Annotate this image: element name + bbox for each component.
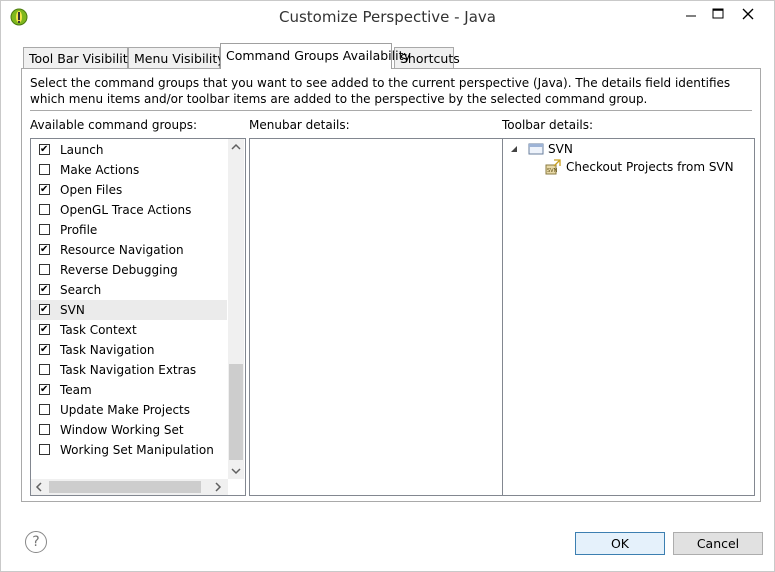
- list-item[interactable]: Resource Navigation: [31, 240, 227, 260]
- list-item-label: Profile: [60, 223, 98, 237]
- checkbox[interactable]: [39, 180, 50, 200]
- toolbar-details-box[interactable]: SVN SVN Checkout Projects from SVN: [502, 138, 755, 496]
- list-item-label: Team: [60, 383, 92, 397]
- cancel-button[interactable]: Cancel: [673, 532, 763, 555]
- command-groups-panel: Select the command groups that you want …: [21, 68, 761, 502]
- list-item[interactable]: Working Set Manipulation: [31, 440, 227, 460]
- menubar-details-box[interactable]: [249, 138, 503, 496]
- toolbar-icon: [528, 143, 544, 155]
- checkbox[interactable]: [39, 364, 50, 375]
- list-item[interactable]: Window Working Set: [31, 420, 227, 440]
- checkbox[interactable]: [39, 164, 50, 175]
- list-item-label: Resource Navigation: [60, 243, 184, 257]
- tab-tool-bar-visibility[interactable]: Tool Bar Visibility: [23, 47, 135, 68]
- minimize-icon[interactable]: [676, 5, 706, 27]
- checkbox[interactable]: [39, 280, 50, 300]
- ok-button[interactable]: OK: [575, 532, 665, 555]
- list-item[interactable]: Team: [31, 380, 227, 400]
- list-item-label: Task Navigation: [60, 343, 155, 357]
- list-item-label: Search: [60, 283, 102, 297]
- checkbox[interactable]: [39, 404, 50, 415]
- vertical-scrollbar[interactable]: [228, 139, 244, 479]
- scroll-down-icon[interactable]: [228, 463, 244, 479]
- checkbox[interactable]: [39, 140, 50, 160]
- toolbar-item-label: Checkout Projects from SVN: [566, 160, 734, 174]
- list-item[interactable]: Task Context: [31, 320, 227, 340]
- svg-text:SVN: SVN: [547, 168, 558, 174]
- checkbox[interactable]: [39, 444, 50, 455]
- list-item[interactable]: Update Make Projects: [31, 400, 227, 420]
- checkbox[interactable]: [39, 320, 50, 340]
- checkbox[interactable]: [39, 300, 50, 320]
- list-item-label: SVN: [60, 303, 85, 317]
- checkbox[interactable]: [39, 224, 50, 235]
- checkbox[interactable]: [39, 204, 50, 215]
- description-text: Select the command groups that you want …: [30, 76, 731, 106]
- list-item-label: Update Make Projects: [60, 403, 191, 417]
- toolbar-group-label: SVN: [548, 142, 573, 156]
- collapse-arrow-icon[interactable]: [509, 144, 519, 154]
- checkbox[interactable]: [39, 240, 50, 260]
- maximize-icon[interactable]: [703, 5, 733, 27]
- scroll-up-icon[interactable]: [228, 139, 244, 155]
- window-title: Customize Perspective - Java: [278, 8, 496, 26]
- list-item-label: Reverse Debugging: [60, 263, 178, 277]
- list-item-label: OpenGL Trace Actions: [60, 203, 192, 217]
- menubar-details-label: Menubar details:: [249, 118, 350, 132]
- toolbar-details-label: Toolbar details:: [502, 118, 594, 132]
- checkbox[interactable]: [39, 380, 50, 400]
- list-item-label: Working Set Manipulation: [60, 443, 214, 457]
- list-item-label: Make Actions: [60, 163, 140, 177]
- list-item[interactable]: Open Files: [31, 180, 227, 200]
- list-item[interactable]: OpenGL Trace Actions: [31, 200, 227, 220]
- customize-perspective-dialog: Customize Perspective - Java Tool Bar Vi…: [0, 0, 775, 572]
- list-item[interactable]: Search: [31, 280, 227, 300]
- vertical-scroll-thumb[interactable]: [229, 364, 243, 460]
- list-item[interactable]: Reverse Debugging: [31, 260, 227, 280]
- horizontal-scrollbar[interactable]: [31, 479, 228, 495]
- command-groups-list[interactable]: Launch Make Actions Open Files OpenGL Trace…: [30, 138, 246, 496]
- checkbox[interactable]: [39, 340, 50, 360]
- checkout-svn-icon: SVN: [545, 159, 561, 175]
- list-item[interactable]: Task Navigation: [31, 340, 227, 360]
- available-groups-label: Available command groups:: [30, 118, 197, 132]
- list-item[interactable]: Launch: [31, 140, 227, 160]
- list-item[interactable]: Task Navigation Extras: [31, 360, 227, 380]
- list-item-label: Task Navigation Extras: [60, 363, 197, 377]
- title-bar: Customize Perspective - Java: [1, 1, 774, 32]
- horizontal-scroll-thumb[interactable]: [49, 481, 201, 493]
- scroll-left-icon[interactable]: [31, 479, 47, 495]
- tab-command-groups-availability[interactable]: Command Groups Availability: [220, 43, 411, 69]
- list-item[interactable]: SVN: [31, 300, 227, 320]
- scroll-right-icon[interactable]: [210, 479, 226, 495]
- list-item-label: Task Context: [60, 323, 137, 337]
- list-item-label: Launch: [60, 143, 104, 157]
- list-item-label: Window Working Set: [60, 423, 184, 437]
- separator: [30, 110, 752, 111]
- help-icon[interactable]: ?: [25, 531, 47, 553]
- list-item[interactable]: Profile: [31, 220, 227, 240]
- tab-menu-visibility[interactable]: Menu Visibility: [128, 47, 225, 68]
- checkbox[interactable]: [39, 264, 50, 275]
- list-item-label: Open Files: [60, 183, 123, 197]
- close-icon[interactable]: [732, 3, 764, 25]
- list-item[interactable]: Make Actions: [31, 160, 227, 180]
- checkbox[interactable]: [39, 424, 50, 435]
